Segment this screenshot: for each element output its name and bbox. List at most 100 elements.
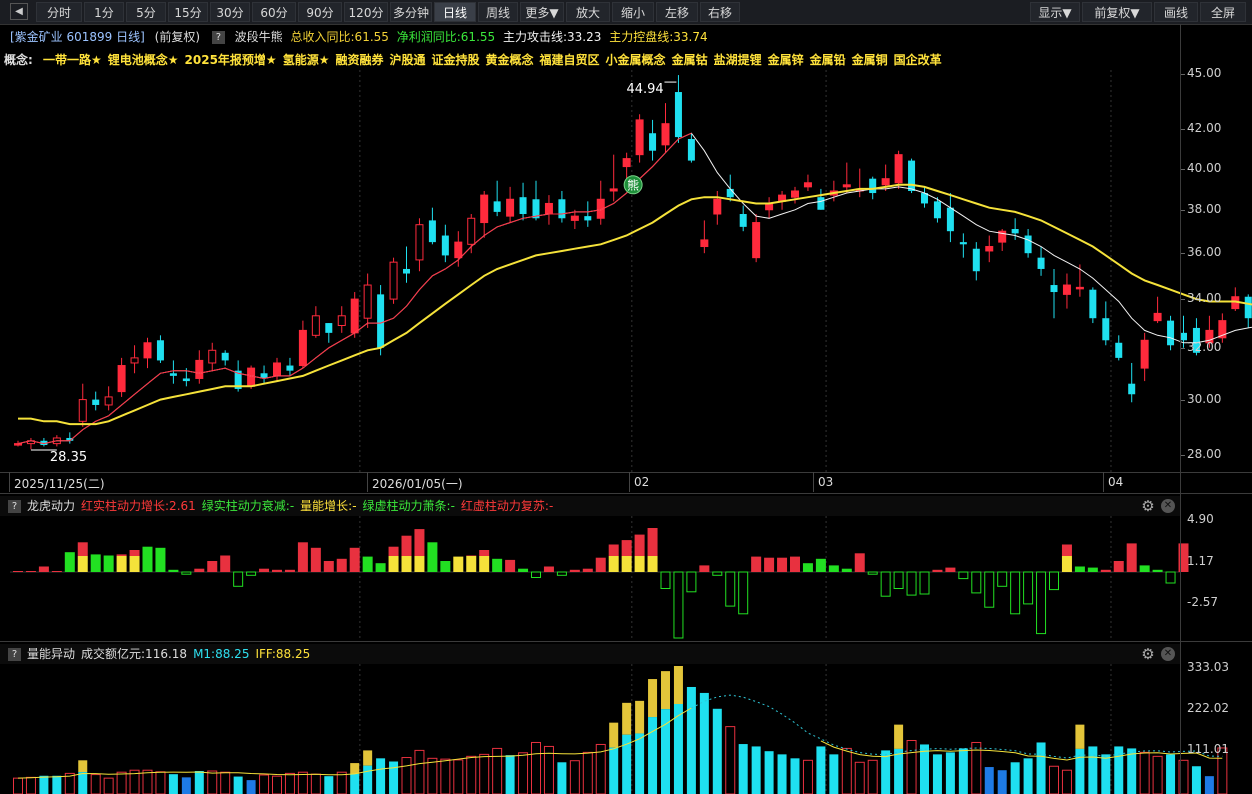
tb-90m-button[interactable]: 90分 — [298, 2, 342, 22]
tb-fenshi-button[interactable]: 分时 — [36, 2, 82, 22]
candle[interactable] — [726, 174, 734, 202]
concept-tag[interactable]: 小金属概念 — [606, 53, 666, 67]
tb-more-button[interactable]: 更多▼ — [520, 2, 564, 22]
concept-tag[interactable]: 2025年报预增★ — [185, 53, 277, 67]
candle[interactable] — [415, 218, 424, 272]
candle[interactable] — [337, 306, 346, 333]
candle[interactable] — [1244, 294, 1252, 328]
candle[interactable] — [403, 246, 410, 283]
concept-tag[interactable]: 金属钴 — [672, 53, 708, 67]
candle[interactable] — [169, 360, 177, 384]
tb-right-button[interactable]: 右移 — [700, 2, 740, 22]
candle[interactable] — [674, 75, 682, 143]
tb-30m-button[interactable]: 30分 — [210, 2, 250, 22]
candle[interactable] — [532, 180, 540, 221]
candle[interactable] — [1231, 287, 1240, 311]
candle[interactable] — [649, 119, 657, 161]
candle[interactable] — [311, 306, 320, 338]
candle[interactable] — [959, 233, 967, 258]
osc-help-icon[interactable]: ? — [8, 500, 21, 513]
concept-tag[interactable]: 证金持股 — [432, 53, 480, 67]
candle[interactable] — [286, 357, 294, 376]
candle[interactable] — [584, 201, 592, 227]
candle[interactable] — [441, 224, 449, 263]
concept-tag[interactable]: 福建自贸区 — [540, 53, 600, 67]
candle[interactable] — [544, 195, 553, 225]
candle[interactable] — [377, 285, 385, 356]
candle[interactable] — [1140, 332, 1149, 382]
concept-tag[interactable]: 锂电池概念★ — [108, 53, 179, 67]
candle[interactable] — [1062, 273, 1071, 309]
tb-5m-button[interactable]: 5分 — [126, 2, 166, 22]
tb-120m-button[interactable]: 120分 — [344, 2, 388, 22]
candle[interactable] — [40, 437, 48, 447]
candle[interactable] — [998, 229, 1007, 251]
vol-close-icon[interactable]: ✕ — [1161, 647, 1175, 661]
candle[interactable] — [894, 150, 903, 189]
tb-15m-button[interactable]: 15分 — [168, 2, 208, 22]
candle[interactable] — [325, 323, 333, 343]
candle[interactable] — [1167, 315, 1175, 351]
candle[interactable] — [493, 180, 501, 217]
candle[interactable] — [66, 432, 74, 444]
candle[interactable] — [1115, 335, 1123, 361]
candle[interactable] — [946, 193, 954, 243]
tb-fullscreen-button[interactable]: 全屏 — [1200, 2, 1246, 22]
candle[interactable] — [273, 357, 281, 382]
candle[interactable] — [14, 440, 22, 447]
candle[interactable] — [1153, 296, 1162, 324]
concept-tag[interactable]: 一带一路★ — [43, 53, 102, 67]
candle[interactable] — [596, 180, 605, 225]
candle[interactable] — [1050, 268, 1058, 319]
candle[interactable] — [117, 357, 126, 397]
candle[interactable] — [195, 350, 204, 384]
candle[interactable] — [558, 190, 566, 223]
candle[interactable] — [635, 114, 644, 163]
tb-week-button[interactable]: 周线 — [478, 2, 518, 22]
candle[interactable] — [221, 350, 229, 366]
tb-zoomin-button[interactable]: 放大 — [566, 2, 610, 22]
candle[interactable] — [1102, 301, 1110, 346]
concept-tag[interactable]: 黄金概念 — [486, 53, 534, 67]
osc-settings-icon[interactable]: ⚙ — [1140, 498, 1156, 514]
candle[interactable] — [842, 162, 851, 194]
home-icon[interactable]: ◀ — [10, 3, 28, 20]
candle[interactable] — [389, 257, 398, 304]
tb-zoomout-button[interactable]: 缩小 — [612, 2, 654, 22]
candle[interactable] — [363, 273, 372, 328]
tb-day-button[interactable]: 日线 — [434, 2, 476, 22]
candle[interactable] — [1089, 287, 1097, 324]
candle[interactable] — [803, 174, 812, 191]
tb-multi-button[interactable]: 多分钟 — [390, 2, 432, 22]
concept-tag[interactable]: 盐湖提锂 — [714, 53, 762, 67]
candle[interactable] — [739, 205, 747, 232]
candle[interactable] — [791, 186, 799, 204]
candle[interactable] — [908, 158, 916, 194]
candle[interactable] — [428, 207, 436, 245]
candle[interactable] — [1024, 229, 1032, 258]
candle[interactable] — [104, 386, 113, 411]
concept-tag[interactable]: 国企改革 — [894, 53, 942, 67]
tb-1m-button[interactable]: 1分 — [84, 2, 124, 22]
candle[interactable] — [752, 214, 761, 263]
candle[interactable] — [467, 214, 476, 254]
candle[interactable] — [1037, 246, 1045, 276]
vol-help-icon[interactable]: ? — [8, 648, 21, 661]
candle[interactable] — [78, 383, 87, 427]
concept-tag[interactable]: 金属铅 — [810, 53, 846, 67]
tb-adjust-button[interactable]: 前复权▼ — [1082, 2, 1152, 22]
candle[interactable] — [92, 391, 100, 411]
candle[interactable] — [519, 182, 527, 221]
candle[interactable] — [298, 320, 307, 369]
candle[interactable] — [130, 345, 139, 374]
tb-draw-button[interactable]: 画线 — [1154, 2, 1198, 22]
candle[interactable] — [609, 154, 618, 202]
tb-60m-button[interactable]: 60分 — [252, 2, 296, 22]
candle[interactable] — [506, 186, 515, 223]
help-icon[interactable]: ? — [211, 31, 225, 44]
candle[interactable] — [687, 133, 695, 163]
concept-tag[interactable]: 氢能源★ — [283, 53, 330, 67]
concept-tag[interactable]: 金属铜 — [852, 53, 888, 67]
candle[interactable] — [260, 365, 268, 384]
candle[interactable] — [972, 242, 980, 281]
